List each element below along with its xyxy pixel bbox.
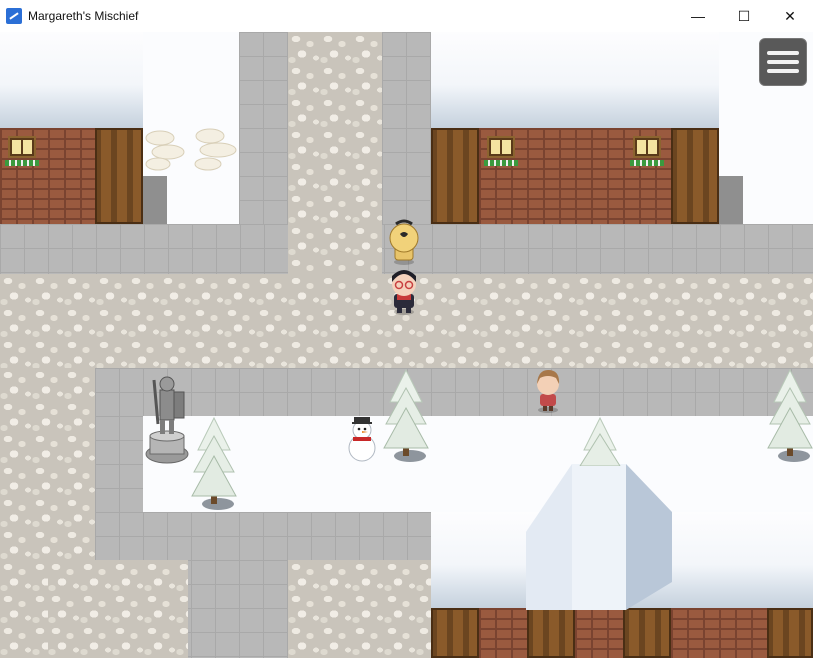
house-door-lower-3[interactable] [623,608,671,658]
cobblestone-road [288,560,431,658]
house-roof-left [0,32,143,128]
snow-cube [526,464,672,610]
house-wall-lower [479,608,527,658]
house-door-right-2[interactable] [671,128,719,224]
close-button[interactable]: ✕ [767,0,813,32]
npc-brown-hair-kid[interactable] [530,366,566,414]
game-viewport[interactable] [0,32,813,658]
window-controls: — ☐ ✕ [675,0,813,32]
window-title: Margareth's Mischief [28,9,139,23]
stone-path [382,32,431,224]
house-door-right-1[interactable] [431,128,479,224]
snowy-pine-tree [579,416,621,466]
house-window [487,136,515,158]
stone-block [143,176,167,224]
cobblestone-road [288,224,382,274]
flower-box [630,160,664,166]
stone-path [95,416,143,512]
house-door-lower-1[interactable] [431,608,479,658]
stone-block [719,176,743,224]
house-window [633,136,661,158]
npc-blonde-girl[interactable] [386,218,422,266]
house-wall-lower [575,608,623,658]
stone-path [95,368,813,416]
player-character[interactable] [386,266,422,316]
snowy-pine-tree [191,416,237,510]
flower-box [484,160,518,166]
snowy-pine-tree [383,368,429,462]
maximize-button[interactable]: ☐ [721,0,767,32]
house-window [8,136,36,158]
hamburger-menu-icon[interactable] [759,38,807,86]
snowy-pine-tree [767,368,813,462]
rpg-maker-icon [6,8,22,24]
house-roof-right [431,32,719,128]
house-door-lower-4[interactable] [767,608,813,658]
knight-statue[interactable] [144,370,190,466]
house-door-lower-2[interactable] [527,608,575,658]
house-door-left[interactable] [95,128,143,224]
flower-box [5,160,39,166]
snow-pile [145,128,237,171]
minimize-button[interactable]: — [675,0,721,32]
snowman[interactable] [342,416,382,464]
stone-path [239,32,288,224]
cobblestone-road [48,560,188,658]
window-titlebar[interactable]: Margareth's Mischief — ☐ ✕ [0,0,813,32]
house-wall-lower [671,608,767,658]
